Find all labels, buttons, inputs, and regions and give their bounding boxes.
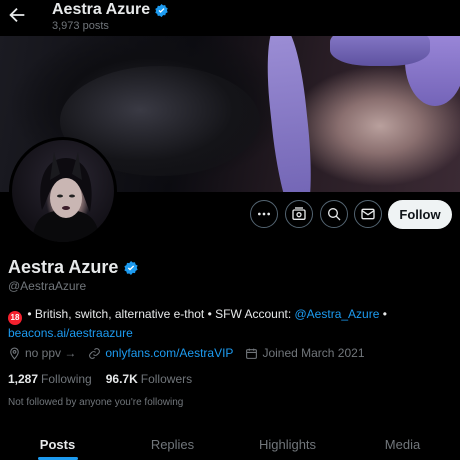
following-link[interactable]: 1,287 Following bbox=[8, 372, 92, 386]
profile-stats: 1,287 Following 96.7K Followers bbox=[8, 372, 192, 386]
more-horizontal-icon bbox=[258, 212, 270, 216]
bio-text: • British, switch, alternative e-thot • … bbox=[24, 307, 295, 321]
header-display-name: Aestra Azure bbox=[52, 1, 169, 19]
profile-bio: 18 • British, switch, alternative e-thot… bbox=[8, 306, 456, 341]
not-followed-note: Not followed by anyone you're following bbox=[8, 397, 184, 408]
search-icon bbox=[328, 208, 341, 221]
search-button[interactable] bbox=[320, 200, 348, 228]
profile-tabs: Posts Replies Highlights Media bbox=[0, 430, 460, 460]
location-pin-icon bbox=[8, 347, 21, 360]
tab-posts[interactable]: Posts bbox=[0, 430, 115, 460]
subscriptions-icon bbox=[292, 207, 306, 220]
profile-website-link[interactable]: onlyfans.com/AestraVIP bbox=[105, 346, 233, 360]
joined-date: Joined March 2021 bbox=[262, 346, 365, 360]
following-count: 1,287 bbox=[8, 372, 39, 386]
tab-media[interactable]: Media bbox=[345, 430, 460, 460]
message-button[interactable] bbox=[354, 200, 382, 228]
bio-website-link[interactable]: beacons.ai/aestraazure bbox=[8, 326, 133, 340]
profile-meta: no ppv → onlyfans.com/AestraVIP Joined M… bbox=[8, 346, 365, 360]
verified-badge-icon[interactable] bbox=[123, 260, 138, 275]
post-count: 3,973 posts bbox=[52, 20, 109, 32]
age-restriction-badge: 18 bbox=[8, 311, 22, 325]
profile-handle: @AestraAzure bbox=[8, 279, 87, 293]
following-label: Following bbox=[41, 372, 92, 386]
link-icon bbox=[88, 347, 101, 360]
followers-label: Followers bbox=[140, 372, 193, 386]
profile-actions: Follow bbox=[0, 200, 460, 230]
followers-link[interactable]: 96.7K Followers bbox=[106, 372, 192, 386]
follow-button[interactable]: Follow bbox=[388, 200, 452, 229]
back-arrow-icon[interactable] bbox=[6, 4, 28, 26]
more-button[interactable] bbox=[250, 200, 278, 228]
envelope-icon bbox=[361, 208, 375, 220]
followers-count: 96.7K bbox=[105, 372, 138, 386]
sfw-account-link[interactable]: @Aestra_Azure bbox=[295, 307, 380, 321]
tab-highlights[interactable]: Highlights bbox=[230, 430, 345, 460]
tab-replies[interactable]: Replies bbox=[115, 430, 230, 460]
location-text: no ppv → bbox=[25, 346, 77, 360]
top-bar: Aestra Azure 3,973 posts bbox=[0, 0, 460, 36]
verified-badge-icon bbox=[154, 3, 169, 18]
profile-display-name: Aestra Azure bbox=[8, 257, 138, 278]
bio-separator: • bbox=[379, 307, 387, 321]
calendar-icon bbox=[245, 347, 258, 360]
subscriptions-button[interactable] bbox=[285, 200, 313, 228]
